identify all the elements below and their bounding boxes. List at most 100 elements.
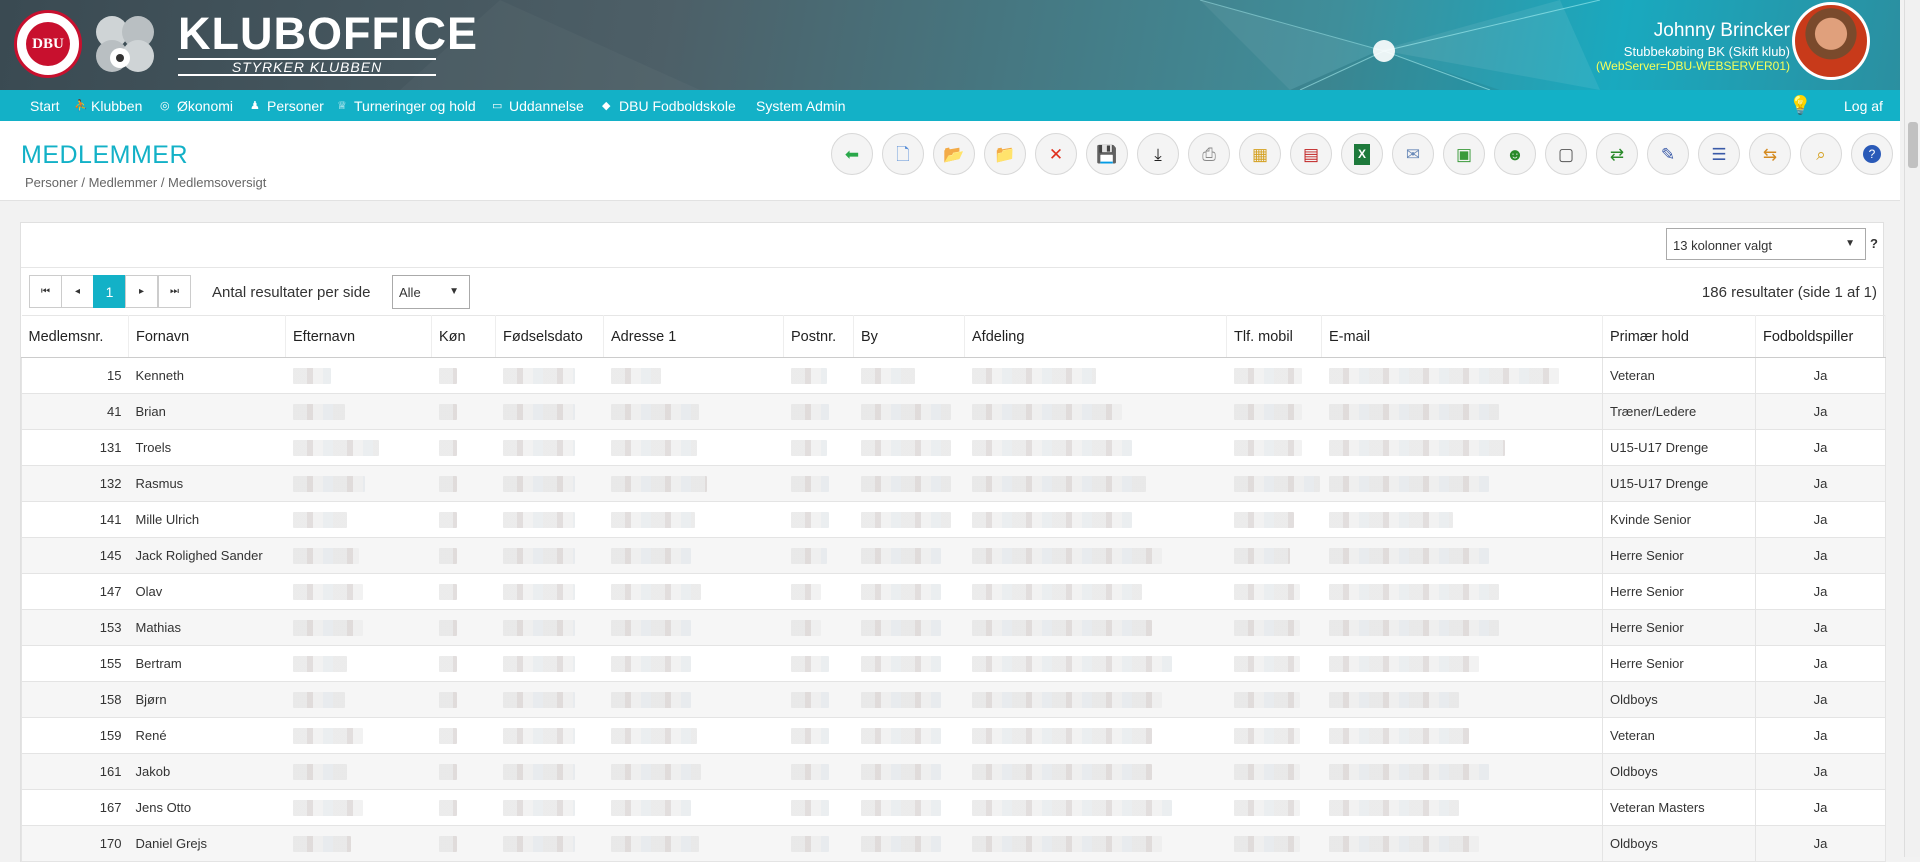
redacted-value bbox=[438, 403, 457, 420]
lightbulb-icon[interactable]: 💡 bbox=[1789, 95, 1811, 116]
dropdown-arrow-icon: ▼ bbox=[1845, 238, 1855, 249]
table-row[interactable]: 131 Troels U15-U17 Drenge Ja bbox=[21, 429, 1886, 466]
members-panel: 13 kolonner valgt ▼ ? ⏮ ◂ 1 ▸ ⏭ Antal res… bbox=[20, 222, 1886, 862]
table-row[interactable]: 145 Jack Rolighed Sander Herre Senior Ja bbox=[21, 537, 1886, 574]
logout-link[interactable]: Log af bbox=[1844, 98, 1883, 114]
cell-adresse bbox=[603, 537, 784, 574]
redacted-value bbox=[438, 835, 457, 852]
table-row[interactable]: 15 Kenneth Veteran Ja bbox=[21, 357, 1886, 394]
table-row[interactable]: 158 Bjørn Oldboys Ja bbox=[21, 681, 1886, 718]
cell-afdeling bbox=[964, 501, 1227, 538]
redacted-value bbox=[1233, 583, 1300, 600]
grid-button[interactable]: ▦ bbox=[1239, 133, 1281, 175]
excel-button[interactable]: X bbox=[1341, 133, 1383, 175]
column-header[interactable]: Adresse 1 bbox=[603, 315, 784, 358]
column-header[interactable]: Fornavn bbox=[128, 315, 286, 358]
current-page-button[interactable]: 1 bbox=[93, 275, 126, 308]
help-button[interactable]: ? bbox=[1851, 133, 1893, 175]
user-name: Johnny Brincker bbox=[1653, 20, 1790, 41]
back-button[interactable]: ⬅ bbox=[831, 133, 873, 175]
cell-postnr bbox=[783, 789, 854, 826]
nav-item-økonomi[interactable]: ◎ Økonomi bbox=[160, 98, 233, 114]
cell-primaer-hold: Veteran bbox=[1602, 357, 1756, 394]
cell-fornavn: René bbox=[128, 717, 286, 754]
group-button[interactable]: ☻ bbox=[1494, 133, 1536, 175]
column-header[interactable]: Afdeling bbox=[964, 315, 1227, 358]
column-help[interactable]: ? bbox=[1870, 236, 1878, 251]
redacted-value bbox=[1328, 403, 1499, 420]
transfer-button[interactable]: ⇄ bbox=[1596, 133, 1638, 175]
save-button[interactable]: 💾 bbox=[1086, 133, 1128, 175]
nav-item-personer[interactable]: ♟ Personer bbox=[250, 98, 324, 114]
cell-foedselsdato bbox=[495, 609, 604, 646]
nav-item-uddannelse[interactable]: ▭ Uddannelse bbox=[492, 98, 584, 114]
scrollbar-thumb[interactable] bbox=[1908, 122, 1918, 168]
cell-fodboldspiller: Ja bbox=[1755, 357, 1886, 394]
column-header[interactable]: Fodboldspiller bbox=[1755, 315, 1886, 358]
search-button[interactable]: ⌕ bbox=[1800, 133, 1842, 175]
table-row[interactable]: 153 Mathias Herre Senior Ja bbox=[21, 609, 1886, 646]
club-switch-link[interactable]: Stubbekøbing BK (Skift klub) bbox=[1596, 44, 1790, 59]
cell-tlf bbox=[1226, 789, 1322, 826]
nav-item-klubben[interactable]: ⛹ Klubben bbox=[74, 98, 142, 114]
column-header[interactable]: Primær hold bbox=[1602, 315, 1756, 358]
table-row[interactable]: 132 Rasmus U15-U17 Drenge Ja bbox=[21, 465, 1886, 502]
redacted-value bbox=[610, 727, 697, 744]
redacted-value bbox=[292, 439, 379, 456]
redacted-value bbox=[502, 547, 575, 564]
brand[interactable]: KLUBOFFICE STYRKER KLUBBEN bbox=[178, 11, 478, 76]
nav-item-start[interactable]: Start bbox=[30, 98, 60, 114]
cell-afdeling bbox=[964, 465, 1227, 502]
column-select-value: 13 kolonner valgt bbox=[1673, 238, 1773, 253]
cell-koen bbox=[431, 465, 496, 502]
dbu-logo[interactable]: DBU bbox=[14, 10, 82, 78]
prev-page-button[interactable]: ◂ bbox=[61, 275, 94, 308]
cell-afdeling bbox=[964, 717, 1227, 754]
per-page-select[interactable]: Alle ▼ bbox=[392, 275, 470, 309]
nav-item-turneringer-og-hold[interactable]: ♕ Turneringer og hold bbox=[337, 98, 476, 114]
column-header[interactable]: Efternavn bbox=[285, 315, 432, 358]
person-edit-button[interactable]: ✎ bbox=[1647, 133, 1689, 175]
delete-button[interactable]: ✕ bbox=[1035, 133, 1077, 175]
print-button[interactable]: ⎙ bbox=[1188, 133, 1230, 175]
idcard-button[interactable]: ▢ bbox=[1545, 133, 1587, 175]
column-header[interactable]: By bbox=[853, 315, 965, 358]
table-row[interactable]: 155 Bertram Herre Senior Ja bbox=[21, 645, 1886, 682]
table-row[interactable]: 141 Mille Ulrich Kvinde Senior Ja bbox=[21, 501, 1886, 538]
column-header[interactable]: Medlemsnr. bbox=[21, 315, 129, 358]
column-header[interactable]: Postnr. bbox=[783, 315, 854, 358]
column-select[interactable]: 13 kolonner valgt ▼ bbox=[1666, 228, 1866, 260]
table-row[interactable]: 167 Jens Otto Veteran Masters Ja bbox=[21, 789, 1886, 826]
cell-fornavn: Olav bbox=[128, 573, 286, 610]
last-page-button[interactable]: ⏭ bbox=[158, 275, 191, 308]
table-row[interactable]: 41 Brian Træner/Ledere Ja bbox=[21, 393, 1886, 430]
pagination-bar: ⏮ ◂ 1 ▸ ⏭ Antal resultater per side Alle… bbox=[21, 267, 1883, 315]
sheet-button[interactable]: ▣ bbox=[1443, 133, 1485, 175]
table-row[interactable]: 170 Daniel Grejs Oldboys Ja bbox=[21, 825, 1886, 862]
next-page-button[interactable]: ▸ bbox=[125, 275, 158, 308]
redacted-value bbox=[1233, 367, 1302, 384]
cell-email bbox=[1321, 609, 1603, 646]
first-page-button[interactable]: ⏮ bbox=[29, 275, 62, 308]
table-row[interactable]: 147 Olav Herre Senior Ja bbox=[21, 573, 1886, 610]
nav-item-system-admin[interactable]: System Admin bbox=[756, 98, 845, 114]
open-button[interactable]: 📂 bbox=[933, 133, 975, 175]
download-button[interactable]: ⤓ bbox=[1137, 133, 1179, 175]
nav-item-dbu-fodboldskole[interactable]: ◆ DBU Fodboldskole bbox=[602, 98, 736, 114]
cell-fornavn: Kenneth bbox=[128, 357, 286, 394]
column-header[interactable]: E-mail bbox=[1321, 315, 1603, 358]
column-header[interactable]: Køn bbox=[431, 315, 496, 358]
table-row[interactable]: 159 René Veteran Ja bbox=[21, 717, 1886, 754]
avatar[interactable] bbox=[1792, 2, 1870, 80]
person-move-button[interactable]: ⇆ bbox=[1749, 133, 1791, 175]
page-scrollbar[interactable] bbox=[1904, 0, 1920, 857]
column-header[interactable]: Fødselsdato bbox=[495, 315, 604, 358]
cell-afdeling bbox=[964, 537, 1227, 574]
mail-button[interactable]: ✉ bbox=[1392, 133, 1434, 175]
column-header[interactable]: Tlf. mobil bbox=[1226, 315, 1322, 358]
edit-button[interactable]: 📁 bbox=[984, 133, 1026, 175]
diff-button[interactable]: ▤ bbox=[1290, 133, 1332, 175]
new-button[interactable]: 🗋 bbox=[882, 133, 924, 175]
person-list-button[interactable]: ☰ bbox=[1698, 133, 1740, 175]
table-row[interactable]: 161 Jakob Oldboys Ja bbox=[21, 753, 1886, 790]
